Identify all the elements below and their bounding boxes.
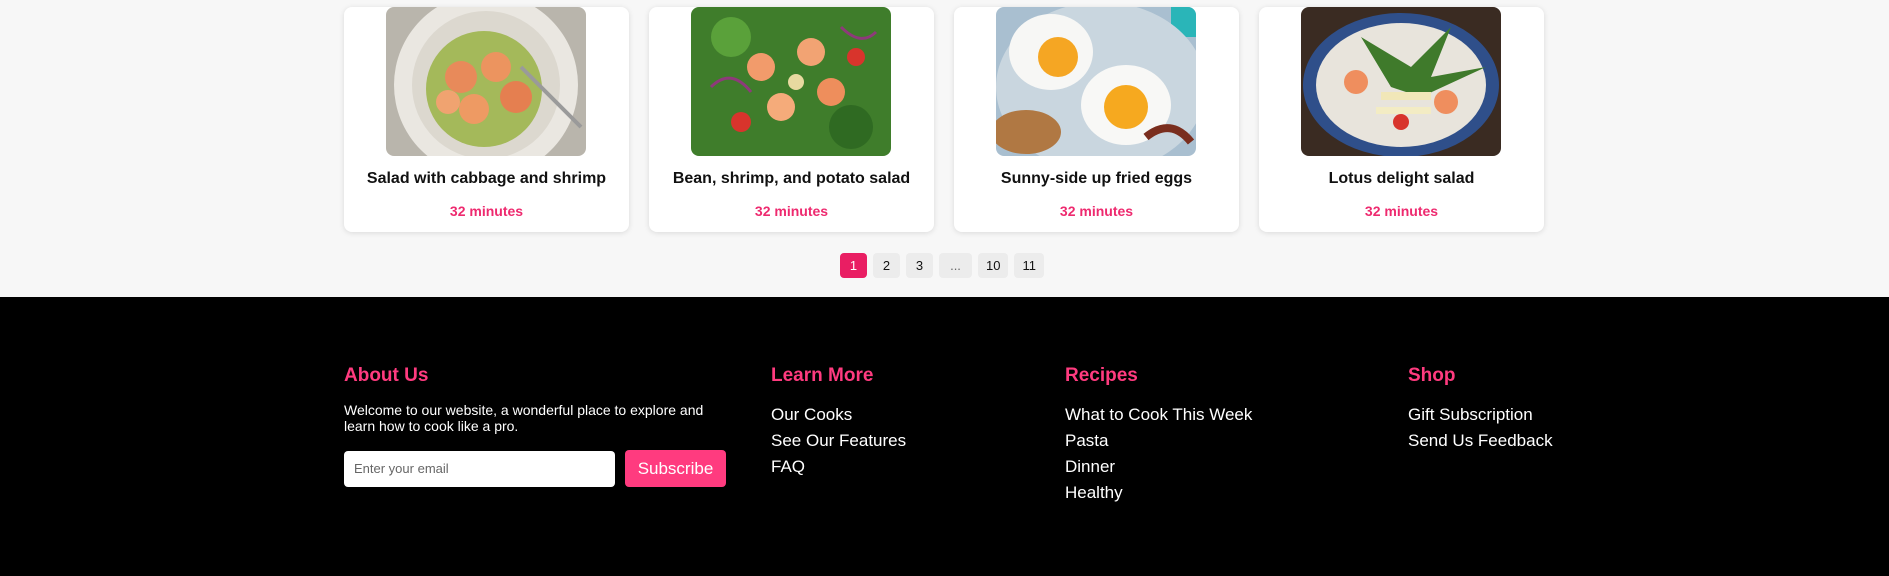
footer-link-our-cooks[interactable]: Our Cooks — [771, 402, 906, 428]
recipe-title[interactable]: Bean, shrimp, and potato salad — [649, 170, 934, 188]
recipe-title[interactable]: Sunny-side up fried eggs — [954, 170, 1239, 188]
footer-recipes: Recipes What to Cook This Week Pasta Din… — [1065, 365, 1252, 506]
recipe-image[interactable] — [996, 7, 1196, 156]
footer-learn-more: Learn More Our Cooks See Our Features FA… — [771, 365, 906, 480]
recipe-time: 32 minutes — [1364, 203, 1439, 219]
recipe-title[interactable]: Salad with cabbage and shrimp — [344, 170, 629, 188]
recipe-image[interactable] — [691, 7, 891, 156]
shrimp-potato-salad-image — [691, 7, 891, 156]
page-ellipsis: ... — [939, 253, 972, 278]
footer-link-gift-subscription[interactable]: Gift Subscription — [1408, 402, 1553, 428]
recipe-grid: Salad with cabbage and shrimp 32 minutes — [344, 7, 1544, 232]
footer-heading-about: About Us — [344, 365, 429, 386]
subscribe-button[interactable]: Subscribe — [625, 450, 726, 487]
footer-heading-shop: Shop — [1408, 365, 1456, 386]
footer-heading-recipes: Recipes — [1065, 365, 1138, 386]
recipe-time: 32 minutes — [449, 203, 524, 219]
recipe-card[interactable]: Sunny-side up fried eggs 32 minutes — [954, 7, 1239, 232]
page-button-2[interactable]: 2 — [873, 253, 900, 278]
footer-heading-learn-more: Learn More — [771, 365, 874, 386]
page-button-10[interactable]: 10 — [978, 253, 1009, 278]
recipe-card[interactable]: Bean, shrimp, and potato salad 32 minute… — [649, 7, 934, 232]
footer-about-text: Welcome to our website, a wonderful plac… — [344, 402, 704, 434]
recipe-title[interactable]: Lotus delight salad — [1259, 170, 1544, 188]
footer-link-features[interactable]: See Our Features — [771, 428, 906, 454]
footer-link-dinner[interactable]: Dinner — [1065, 454, 1252, 480]
page-button-11[interactable]: 11 — [1014, 253, 1044, 278]
subscribe-form: Subscribe — [344, 450, 726, 487]
footer-link-faq[interactable]: FAQ — [771, 454, 906, 480]
recipe-section: Salad with cabbage and shrimp 32 minutes — [0, 0, 1889, 297]
pagination: 1 2 3 ... 10 11 — [840, 253, 1044, 278]
footer-shop: Shop Gift Subscription Send Us Feedback — [1408, 365, 1553, 454]
email-input[interactable] — [344, 450, 615, 487]
recipe-image[interactable] — [1301, 7, 1501, 156]
footer-link-cook-this-week[interactable]: What to Cook This Week — [1065, 402, 1252, 428]
site-footer: About Us Welcome to our website, a wonde… — [0, 297, 1889, 576]
recipe-time: 32 minutes — [754, 203, 829, 219]
shrimp-noodle-bowl-image — [386, 7, 586, 156]
footer-about: About Us Welcome to our website, a wonde… — [344, 365, 726, 487]
footer-link-pasta[interactable]: Pasta — [1065, 428, 1252, 454]
page-button-1[interactable]: 1 — [840, 253, 867, 278]
recipe-time: 32 minutes — [1059, 203, 1134, 219]
recipe-card[interactable]: Salad with cabbage and shrimp 32 minutes — [344, 7, 629, 232]
footer-link-feedback[interactable]: Send Us Feedback — [1408, 428, 1553, 454]
page-button-3[interactable]: 3 — [906, 253, 933, 278]
recipe-card[interactable]: Lotus delight salad 32 minutes — [1259, 7, 1544, 232]
recipe-image[interactable] — [386, 7, 586, 156]
lotus-salad-image — [1301, 7, 1501, 156]
footer-link-healthy[interactable]: Healthy — [1065, 480, 1252, 506]
fried-eggs-image — [996, 7, 1196, 156]
